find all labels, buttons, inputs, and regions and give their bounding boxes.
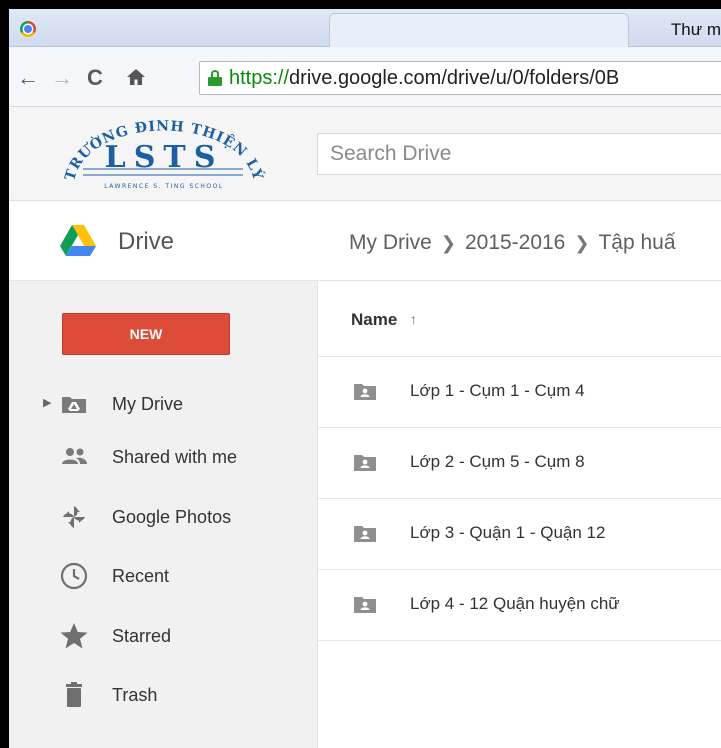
shared-folder-icon	[354, 453, 376, 471]
home-shape	[127, 69, 145, 85]
reload-icon[interactable]: C	[87, 67, 103, 89]
forward-arrow-icon[interactable]: →	[51, 67, 73, 89]
back-arrow-icon[interactable]: ←	[17, 67, 39, 89]
column-header-name[interactable]: Name ↑	[318, 281, 721, 357]
drive-header: TRƯỜNG ĐINH THIỆN LÝ LSTS LAWRENCE S. TI…	[9, 107, 721, 201]
sidebar-item-label: Recent	[112, 566, 170, 586]
school-logo-graphic: TRƯỜNG ĐINH THIỆN LÝ LSTS LAWRENCE S. TI…	[62, 118, 267, 190]
sidebar-item-trash[interactable]: Trash	[9, 672, 318, 718]
photos-icon	[59, 502, 89, 532]
table-row[interactable]: Lớp 4 - 12 Quận huyện chữ	[318, 570, 721, 641]
lock-icon	[208, 70, 222, 86]
sidebar-item-recent[interactable]: Recent	[9, 553, 318, 599]
chevron-right-icon: ❯	[440, 233, 456, 253]
url-path: drive.google.com/drive/u/0/folders/0B	[289, 67, 620, 89]
app-name: Drive	[118, 228, 175, 255]
breadcrumb-item-year[interactable]: 2015-2016	[465, 231, 565, 254]
folder-name: Lớp 3 - Quận 1 - Quận 12	[410, 523, 606, 542]
shared-folder-icon	[354, 524, 376, 542]
address-bar[interactable]: https://drive.google.com/drive/u/0/folde…	[199, 61, 721, 95]
folder-name: Lớp 1 - Cụm 1 - Cụm 4	[410, 381, 585, 400]
table-row[interactable]: Lớp 1 - Cụm 1 - Cụm 4	[318, 357, 721, 428]
star-icon	[59, 621, 89, 651]
trash-icon	[59, 680, 89, 710]
browser-tab[interactable]	[329, 13, 629, 47]
chevron-right-icon: ❯	[574, 233, 590, 253]
sidebar-item-my-drive[interactable]: ▶ My Drive	[9, 381, 318, 427]
folder-name: Lớp 4 - 12 Quận huyện chữ	[410, 594, 620, 613]
sidebar-item-shared-with-me[interactable]: Shared with me	[9, 434, 318, 480]
school-logo[interactable]: TRƯỜNG ĐINH THIỆN LÝ LSTS LAWRENCE S. TI…	[53, 107, 275, 201]
clock-icon	[59, 561, 89, 591]
sidebar-item-label: Starred	[112, 626, 172, 646]
sidebar-item-label: Trash	[112, 685, 158, 705]
google-drive-logo-icon	[60, 225, 96, 256]
window-title: Thư m	[670, 20, 721, 39]
shared-folder-icon	[354, 382, 376, 400]
breadcrumb: My Drive ❯ 2015-2016 ❯ Tập huấ	[349, 231, 676, 255]
chrome-logo-icon	[20, 21, 36, 37]
expand-arrow-icon[interactable]: ▶	[43, 396, 51, 409]
shared-icon	[59, 442, 89, 472]
breadcrumb-item-current[interactable]: Tập huấ	[598, 231, 675, 254]
logo-main-text: LSTS	[105, 140, 224, 175]
new-button[interactable]: NEW	[62, 313, 230, 355]
drive-subheader: Drive My Drive ❯ 2015-2016 ❯ Tập huấ	[9, 201, 721, 281]
breadcrumb-item-my-drive[interactable]: My Drive	[349, 231, 432, 254]
shared-folder-icon	[354, 595, 376, 613]
url-text[interactable]: https://drive.google.com/drive/u/0/folde…	[229, 67, 619, 90]
sidebar: NEW ▶ My Drive Shared with me Google Pho…	[9, 281, 318, 748]
sort-arrow-icon[interactable]: ↑	[410, 311, 417, 327]
table-row[interactable]: Lớp 2 - Cụm 5 - Cụm 8	[318, 428, 721, 499]
sidebar-item-starred[interactable]: Starred	[9, 613, 318, 659]
browser-window: Thư m ← → C https://drive.google.com/dri…	[9, 9, 721, 748]
sidebar-item-google-photos[interactable]: Google Photos	[9, 494, 318, 540]
search-box[interactable]	[317, 133, 721, 175]
browser-toolbar: ← → C https://drive.google.com/drive/u/0…	[9, 47, 721, 107]
my-drive-icon	[59, 389, 89, 419]
folder-name: Lớp 2 - Cụm 5 - Cụm 8	[410, 452, 585, 471]
sidebar-item-label: Shared with me	[112, 447, 238, 467]
logo-bottom-text: LAWRENCE S. TING SCHOOL	[104, 183, 223, 190]
home-icon[interactable]	[126, 67, 146, 92]
file-list: Name ↑ Lớp 1 - Cụm 1 - Cụm 4 Lớp 2 - Cụm…	[318, 281, 721, 748]
title-bar: Thư m	[9, 9, 721, 47]
column-header-label: Name	[351, 310, 398, 329]
sidebar-item-label: Google Photos	[112, 507, 232, 527]
sidebar-item-label: My Drive	[112, 394, 183, 414]
url-scheme: https://	[229, 67, 290, 89]
table-row[interactable]: Lớp 3 - Quận 1 - Quận 12	[318, 499, 721, 570]
search-input[interactable]	[318, 134, 721, 174]
